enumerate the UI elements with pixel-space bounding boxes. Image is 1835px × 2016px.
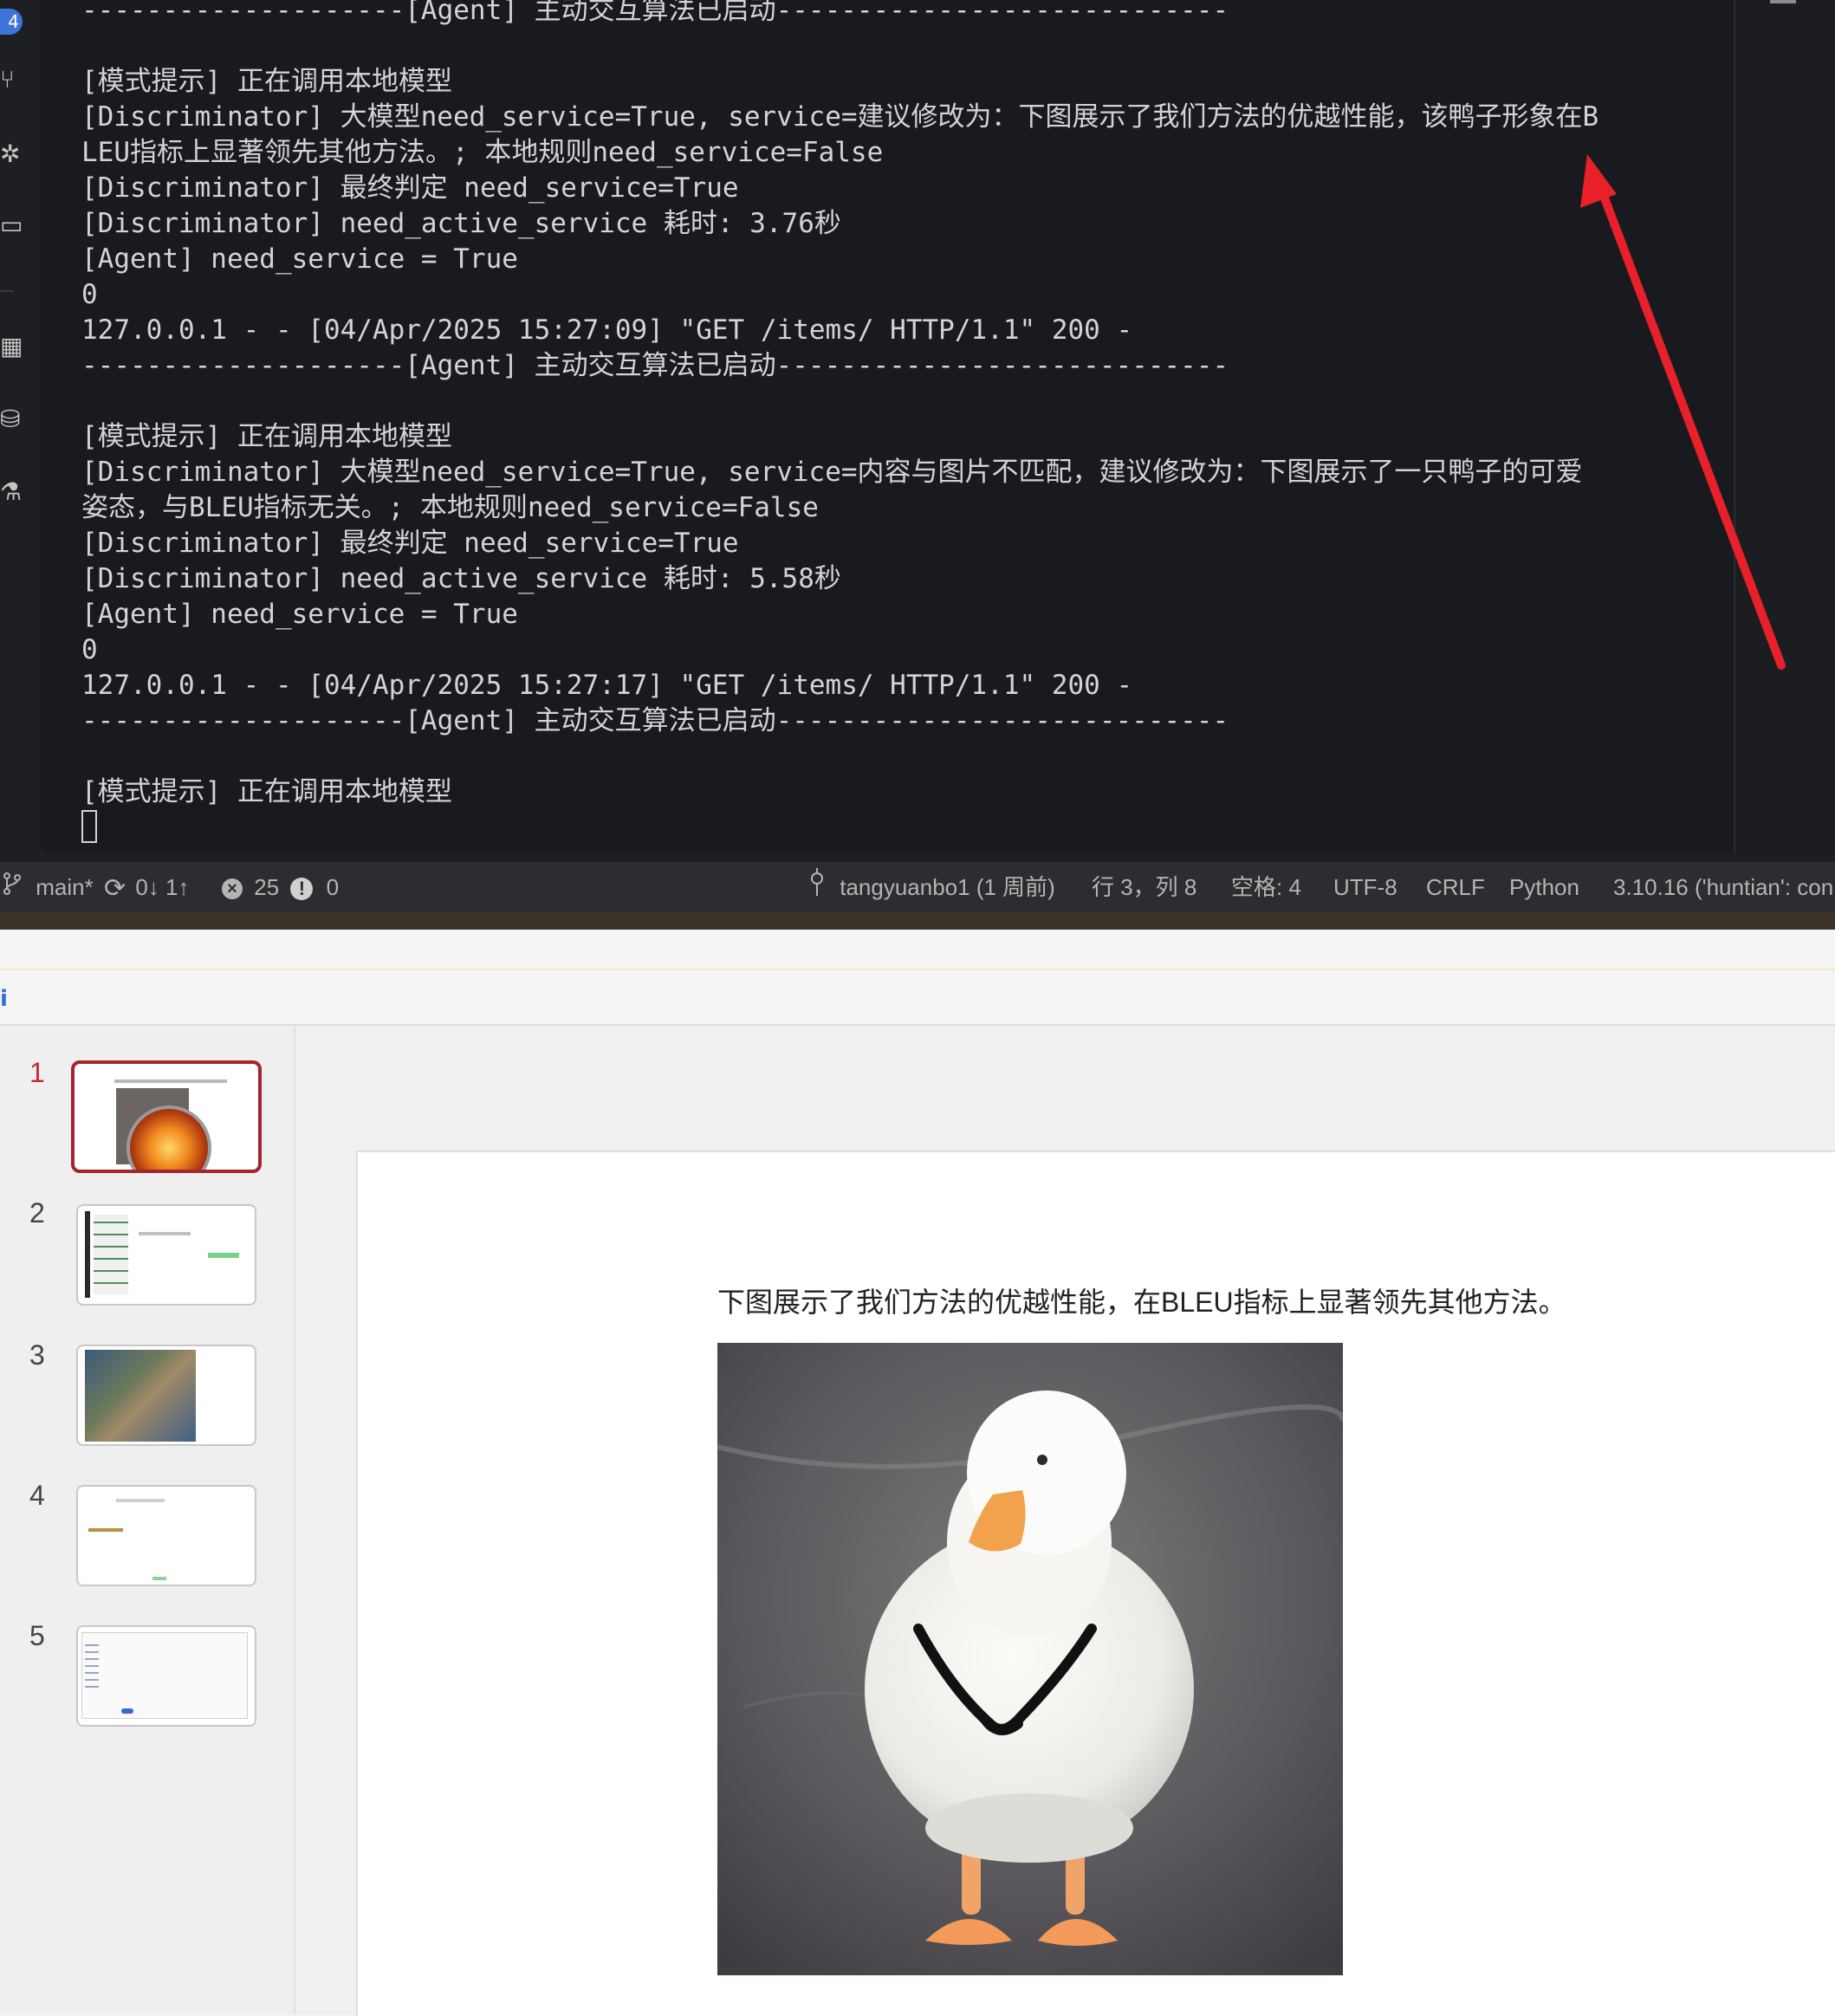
terminal-line: [Agent] need_service = True (81, 243, 518, 275)
notification-badge[interactable]: 4 (0, 9, 23, 35)
scroll-thumb[interactable] (1770, 0, 1796, 3)
info-icon[interactable]: i (0, 988, 8, 1010)
thumbnail-button (121, 1708, 133, 1714)
terminal-panel[interactable]: --------------------[Agent] 主动交互算法已启动---… (40, 0, 1734, 854)
terminal-line: [Discriminator] 最终判定 need_service=True (81, 528, 739, 559)
status-bar: main* ⟳ 0↓ 1↑ × 25 ! 0 tangyuanbo1 (1 周前… (0, 862, 1835, 912)
warning-count: 0 (326, 874, 340, 900)
slide-thumbnail-2[interactable] (76, 1204, 256, 1306)
slide-caption[interactable]: 下图展示了我们方法的优越性能，在BLEU指标上显著领先其他方法。 (717, 1280, 1566, 1320)
terminal-line: 姿态，与BLEU指标无关。; 本地规则need_service=False (81, 492, 819, 523)
editor-window: 4 ⑂ ✲ ▭ ▦ ⛁ ⚗ --------------------[Agent… (0, 0, 1835, 862)
activity-separator (0, 290, 14, 292)
terminal-cursor (81, 810, 97, 843)
thumbnail-button (152, 1577, 166, 1580)
terminal-line: --------------------[Agent] 主动交互算法已启动---… (81, 350, 1229, 381)
terminal-line: [Discriminator] need_active_service 耗时: … (81, 208, 841, 239)
thumbnail-game-image (85, 1350, 196, 1442)
error-count: 25 (254, 874, 280, 900)
terminal-line: --------------------[Agent] 主动交互算法已启动---… (81, 0, 1229, 26)
terminal-line: 0 (81, 279, 98, 310)
branch-icon (2, 864, 23, 914)
line-ending[interactable]: CRLF (1426, 862, 1485, 912)
encoding[interactable]: UTF-8 (1333, 862, 1397, 912)
thumbnail-number: 1 (29, 1057, 45, 1088)
sync-counts: 0↓ 1↑ (135, 874, 190, 900)
thumbnail-list (94, 1215, 128, 1294)
sync-icon: ⟳ (104, 874, 126, 904)
thumbnail-chat (139, 1232, 191, 1235)
thumbnail-text-line (88, 1528, 123, 1532)
presentation-toolbar: i (0, 970, 1835, 1026)
terminal-line: LEU指标上显著领先其他方法。; 本地规则need_service=False (81, 137, 884, 168)
slide-thumbnail-4[interactable] (76, 1485, 256, 1586)
thumbnail-number: 4 (29, 1480, 45, 1511)
thumbnail-number: 2 (29, 1197, 45, 1228)
presentation-window-top (0, 930, 1835, 970)
duck-illustration (717, 1343, 1343, 1975)
remote-explorer-icon[interactable]: ▭ (0, 213, 23, 237)
error-icon: × (222, 878, 243, 900)
language-mode[interactable]: Python (1509, 862, 1579, 912)
terminal-output[interactable]: --------------------[Agent] 主动交互算法已启动---… (81, 0, 1736, 846)
terminal-line: [Discriminator] 大模型need_service=True, se… (81, 101, 1599, 133)
activity-bar: 4 ⑂ ✲ ▭ ▦ ⛁ ⚗ (0, 0, 40, 862)
terminal-line: [模式提示] 正在调用本地模型 (81, 421, 452, 452)
extensions-icon[interactable]: ▦ (0, 334, 23, 359)
terminal-line: [Discriminator] 最终判定 need_service=True (81, 172, 739, 204)
database-icon[interactable]: ⛁ (0, 407, 20, 431)
testing-icon[interactable]: ⚗ (0, 480, 22, 504)
commit-icon (809, 864, 825, 914)
slide-thumbnail-3[interactable] (76, 1345, 256, 1446)
cursor-position[interactable]: 行 3，列 8 (1092, 862, 1196, 912)
terminal-line: 127.0.0.1 - - [04/Apr/2025 15:27:17] "GE… (81, 670, 1133, 701)
terminal-line: [Discriminator] need_active_service 耗时: … (81, 563, 841, 594)
terminal-line: [模式提示] 正在调用本地模型 (81, 776, 452, 807)
thumbnail-chat-bubble (208, 1253, 239, 1258)
terminal-scrollbar[interactable] (1735, 0, 1835, 854)
slide-thumbnail-5[interactable] (76, 1625, 256, 1727)
git-branch[interactable]: main* (2, 862, 94, 912)
terminal-line: 127.0.0.1 - - [04/Apr/2025 15:27:09] "GE… (81, 314, 1133, 346)
terminal-line: [Agent] need_service = True (81, 599, 518, 630)
terminal-prompt-line[interactable] (81, 810, 1736, 846)
python-interpreter[interactable]: 3.10.16 ('huntian': con (1613, 862, 1833, 912)
thumbnail-text-line (116, 1499, 165, 1502)
blame-text: tangyuanbo1 (1 周前) (840, 874, 1055, 900)
background-strip (0, 912, 1835, 930)
git-blame[interactable]: tangyuanbo1 (1 周前) (809, 862, 1055, 912)
terminal-line: --------------------[Agent] 主动交互算法已启动---… (81, 705, 1229, 736)
current-slide[interactable]: 下图展示了我们方法的优越性能，在BLEU指标上显著领先其他方法。 (356, 1151, 1835, 2016)
branch-name: main* (36, 874, 94, 900)
thumbnail-sidebar (85, 1211, 90, 1298)
indentation[interactable]: 空格: 4 (1231, 862, 1301, 912)
sync-status[interactable]: ⟳ 0↓ 1↑ (104, 862, 190, 912)
debug-icon[interactable]: ✲ (0, 142, 20, 166)
thumbnail-window (81, 1632, 248, 1719)
source-control-icon[interactable]: ⑂ (0, 68, 19, 92)
thumbnail-number: 5 (29, 1620, 45, 1651)
slide-thumbnail-1[interactable] (71, 1060, 262, 1173)
thumbnail-side-list (85, 1639, 99, 1691)
thumbnail-number: 3 (29, 1339, 45, 1371)
problems-status[interactable]: × 25 ! 0 (222, 862, 339, 912)
slide-thumbnails-pane[interactable]: 1 2 3 4 5 (0, 1026, 295, 2014)
thumbnail-text-line (114, 1079, 227, 1083)
duck-photo[interactable] (717, 1343, 1343, 1975)
terminal-line: 0 (81, 634, 98, 665)
terminal-line: [Discriminator] 大模型need_service=True, se… (81, 457, 1583, 488)
warning-icon: ! (290, 878, 314, 901)
terminal-line: [模式提示] 正在调用本地模型 (81, 66, 452, 97)
